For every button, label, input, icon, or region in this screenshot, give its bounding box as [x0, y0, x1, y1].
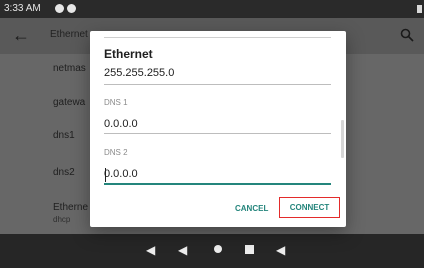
battery-icon — [417, 5, 422, 13]
home-icon[interactable] — [214, 245, 222, 253]
dialog-scrollbar[interactable] — [341, 120, 344, 158]
list-item-dns1[interactable]: dns1 — [53, 130, 75, 141]
list-item-netmask[interactable]: netmas — [53, 63, 86, 74]
list-item-gateway[interactable]: gatewa — [53, 97, 85, 108]
search-icon[interactable] — [400, 28, 414, 42]
text-cursor — [105, 168, 106, 182]
back-icon[interactable]: ◀ — [178, 243, 187, 257]
volume-up-icon[interactable]: ◀︎ — [276, 243, 285, 257]
recent-apps-icon[interactable] — [245, 245, 254, 254]
arrow-back-icon[interactable]: ← — [12, 25, 30, 46]
dialog-title: Ethernet — [104, 47, 153, 61]
dialog-top-divider — [104, 37, 331, 38]
cancel-button[interactable]: CANCEL — [235, 204, 268, 213]
connect-button[interactable]: CONNECT — [279, 197, 340, 218]
dns1-field-underline — [104, 133, 331, 134]
status-icon-1 — [55, 4, 64, 13]
status-time: 3:33 AM — [4, 3, 41, 14]
list-item-ethernet-mode-subtext: dhcp — [53, 215, 71, 224]
dns2-field-underline-active — [104, 183, 331, 185]
dns2-field-label: DNS 2 — [104, 148, 128, 157]
dns2-field-value[interactable]: 0.0.0.0 — [104, 168, 138, 180]
ethernet-config-dialog: Ethernet 255.255.255.0 DNS 1 0.0.0.0 DNS… — [90, 31, 346, 227]
status-bar: 3:33 AM — [0, 0, 424, 18]
dns1-field-label: DNS 1 — [104, 98, 128, 107]
navigation-bar: ◀︎ ◀ ◀︎ — [0, 234, 424, 268]
netmask-field-value[interactable]: 255.255.255.0 — [104, 67, 174, 79]
list-item-dns2[interactable]: dns2 — [53, 167, 75, 178]
volume-down-icon[interactable]: ◀︎ — [146, 243, 155, 257]
page-title: Ethernet — [50, 29, 88, 40]
dns1-field-value[interactable]: 0.0.0.0 — [104, 118, 138, 130]
list-item-ethernet-mode[interactable]: Etherne — [53, 202, 88, 213]
status-icon-2 — [67, 4, 76, 13]
netmask-field-underline — [104, 84, 331, 85]
